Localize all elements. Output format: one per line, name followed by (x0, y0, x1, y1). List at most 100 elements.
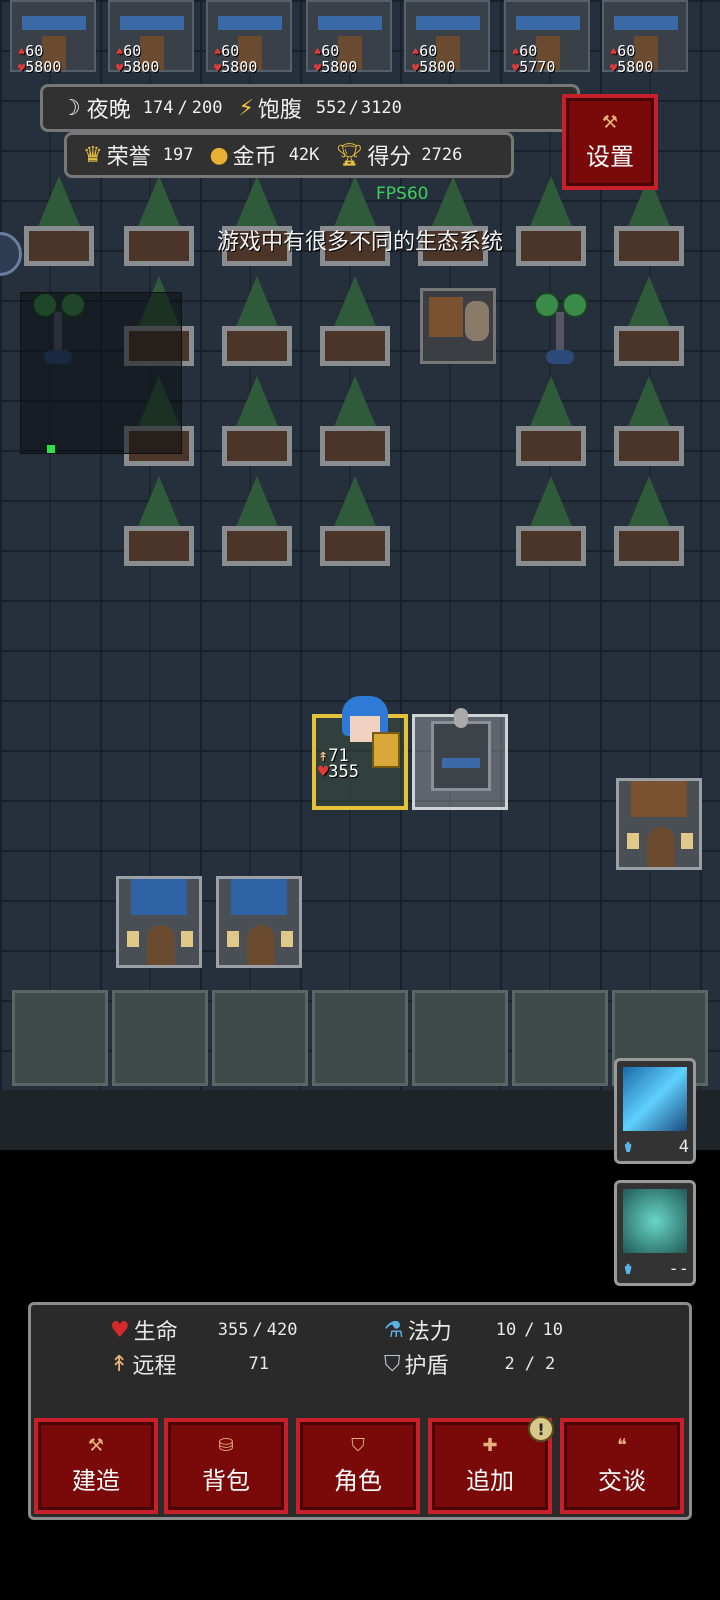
skill-lightning-button[interactable]: ⚱ 4 (614, 1058, 696, 1164)
flask-icon: ⚗ (384, 1317, 404, 1343)
mp-value: 10 (495, 1320, 517, 1340)
unit-tower[interactable]: ♠60 ♥5800 (108, 0, 194, 75)
potted-tree[interactable] (222, 376, 292, 466)
unit-tower[interactable]: ♠60 ♥5800 (602, 0, 688, 75)
gold-value: 42K (288, 145, 320, 165)
talk-button[interactable]: ❝ 交谈 (560, 1418, 684, 1514)
turret (431, 708, 491, 791)
unit-hp: 5800 (25, 58, 62, 76)
satiety-value: 552 (315, 98, 347, 118)
potted-tree[interactable] (614, 476, 684, 566)
status-bar-night: ☽ 夜晚 174 / 200 ⚡ 饱腹 552 / 3120 (40, 84, 580, 132)
score-value: 2726 (421, 145, 463, 165)
floor-tile (312, 990, 408, 1086)
floor-tile (212, 990, 308, 1086)
minimap[interactable] (20, 292, 182, 454)
stat-hp: ♥ 生命 355 / 420 (110, 1314, 297, 1346)
satiety-max: 3120 (360, 98, 402, 118)
character-button[interactable]: ⛉ 角色 (296, 1418, 420, 1514)
house-blue[interactable] (116, 876, 202, 968)
mp-max: 10 (542, 1320, 563, 1340)
hero-tile[interactable]: ↟71 ♥355 (312, 696, 408, 810)
shield-max: 2 (545, 1354, 556, 1374)
plus-icon: ✚ (482, 1434, 498, 1456)
skill-shield-button[interactable]: ⚱ -- (614, 1180, 696, 1286)
tip-text: 游戏中有很多不同的生态系统 (216, 230, 503, 255)
hp-max: 420 (266, 1320, 298, 1340)
potted-tree[interactable] (124, 476, 194, 566)
unit-tower[interactable]: ♠60 ♥5800 (206, 0, 292, 75)
hp-value: 355 (217, 1320, 249, 1340)
add-label: 追加 (466, 1466, 514, 1495)
crown-icon: ♛ (83, 142, 103, 168)
house-brown[interactable] (616, 778, 702, 870)
bag-icon: ⛁ (218, 1434, 234, 1456)
potted-tree[interactable] (614, 276, 684, 366)
skill-count: 4 (678, 1137, 689, 1157)
shield-badge-icon: ⛉ (351, 1434, 365, 1456)
range-value: 71 (248, 1354, 269, 1374)
stat-mp: ⚗ 法力 10 / 10 (384, 1314, 563, 1346)
unit-hp: 5800 (221, 58, 258, 76)
floor-tile (412, 990, 508, 1086)
turret-tile[interactable] (412, 708, 508, 810)
trophy-icon: 🏆︎ (335, 142, 364, 168)
score-label: 得分 (367, 145, 412, 170)
build-button[interactable]: ⚒ 建造 (34, 1418, 158, 1514)
unit-hp: 5800 (321, 58, 358, 76)
unit-hp: 5800 (617, 58, 654, 76)
potion-icon: ⚱ (623, 1259, 634, 1279)
dark-ledge (0, 1090, 720, 1150)
settings-button[interactable]: ⚒ 设置 (562, 94, 658, 190)
stat-range: ↟ 远程 71 (110, 1348, 269, 1380)
lightning-icon: ⚡ (238, 95, 254, 121)
shield-label: 护盾 (404, 1354, 449, 1379)
skill-count: -- (668, 1259, 689, 1279)
unit-tower[interactable]: ♠60 ♥5770 (504, 0, 590, 75)
talk-label: 交谈 (598, 1466, 646, 1495)
honor-value: 197 (162, 145, 194, 165)
settings-label: 设置 (586, 143, 634, 171)
mp-label: 法力 (407, 1320, 452, 1345)
bag-button[interactable]: ⛁ 背包 (164, 1418, 288, 1514)
night-label: 夜晚 (86, 98, 131, 123)
potted-tree[interactable] (222, 476, 292, 566)
satiety-label: 饱腹 (257, 98, 302, 123)
unit-tower[interactable]: ♠60 ♥5800 (306, 0, 392, 75)
gold-label: 金币 (232, 145, 277, 170)
floor-tile (112, 990, 208, 1086)
wrench-icon: ⚒ (601, 112, 619, 133)
lamp-post[interactable] (530, 292, 590, 372)
bow-icon: ↟ (110, 1351, 129, 1377)
potted-tree[interactable] (516, 376, 586, 466)
potted-tree[interactable] (222, 276, 292, 366)
character-label: 角色 (334, 1466, 382, 1495)
potted-tree[interactable] (320, 376, 390, 466)
stat-shield: ⛉ 护盾 2 / 2 (384, 1348, 555, 1380)
speech-icon: ❝ (617, 1434, 627, 1456)
unit-tower[interactable]: ♠60 ♥5800 (404, 0, 490, 75)
range-label: 远程 (132, 1354, 177, 1379)
alert-badge-icon: ! (528, 1416, 554, 1442)
potted-tree[interactable] (320, 476, 390, 566)
potted-tree[interactable] (320, 276, 390, 366)
shield-icon: ⛉ (384, 1351, 401, 1377)
potted-tree[interactable] (614, 376, 684, 466)
unit-hp: 5800 (123, 58, 160, 76)
coin-icon: ● (209, 142, 229, 168)
night-max: 200 (191, 98, 223, 118)
minimap-player-dot (47, 445, 55, 453)
bag-label: 背包 (202, 1466, 250, 1495)
floor-tile (512, 990, 608, 1086)
fps-counter: FPS60 (376, 184, 429, 204)
hp-label: 生命 (133, 1320, 178, 1345)
hammer-icon: ⚒ (87, 1434, 105, 1456)
workbench[interactable] (420, 288, 496, 364)
night-value: 174 (142, 98, 174, 118)
unit-tower[interactable]: ♠60 ♥5800 (10, 0, 96, 75)
hero-hp: 355 (328, 762, 359, 782)
potted-tree[interactable] (516, 476, 586, 566)
moon-icon: ☽ (61, 95, 81, 121)
house-blue[interactable] (216, 876, 302, 968)
heart-icon: ♥ (110, 1317, 130, 1343)
